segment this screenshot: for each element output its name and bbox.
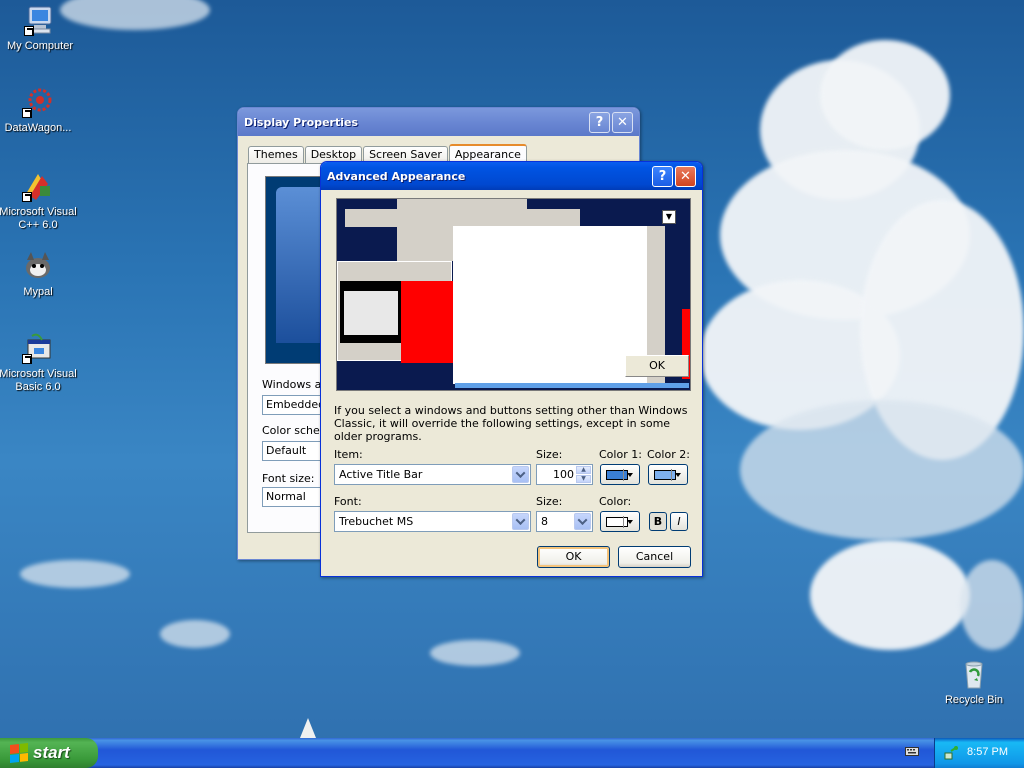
bold-toggle[interactable]: B: [649, 512, 667, 531]
advanced-appearance-dialog: Advanced Appearance ? ✕ ▼ OK If you sele…: [320, 161, 703, 577]
chevron-down-icon[interactable]: [512, 513, 529, 530]
dialog-title: Advanced Appearance: [327, 169, 466, 183]
size-value: 100: [553, 468, 574, 481]
window-title: Display Properties: [244, 115, 359, 129]
desktop-icon-mypal[interactable]: Mypal: [0, 250, 78, 299]
clock[interactable]: 8:57 PM: [967, 746, 1008, 758]
chevron-down-icon: [627, 473, 633, 477]
help-button[interactable]: ?: [652, 165, 673, 187]
desktop-icon-label: DataWagon...: [4, 122, 72, 134]
close-button[interactable]: ✕: [675, 165, 696, 187]
mypal-icon: [22, 250, 54, 282]
desktop-icon-my-computer[interactable]: My Computer: [0, 4, 80, 53]
font-label: Font:: [334, 495, 362, 508]
color1-picker[interactable]: [600, 464, 640, 485]
font-size-label: Size:: [536, 495, 563, 508]
visual-cpp-icon: [22, 170, 54, 202]
desktop-icon-label: My Computer: [6, 40, 74, 52]
windows-logo-icon: [10, 743, 28, 763]
datawagon-icon: [22, 86, 54, 118]
spin-up-icon[interactable]: ▲: [576, 466, 591, 474]
display-properties-titlebar[interactable]: Display Properties ? ✕: [238, 108, 639, 136]
chevron-down-icon: [675, 473, 681, 477]
color-scheme-select[interactable]: Default: [262, 441, 322, 461]
chevron-down-icon[interactable]: [512, 466, 529, 483]
sail-decoration: [300, 718, 316, 738]
recycle-bin-icon: [958, 658, 990, 690]
font-size-label: Font size:: [262, 472, 315, 485]
font-color-swatch: [606, 517, 628, 527]
color1-swatch: [606, 470, 628, 480]
font-size-select[interactable]: Normal: [262, 487, 322, 507]
appearance-preview[interactable]: ▼ OK: [336, 198, 691, 391]
taskbar: start 8:57 PM: [0, 738, 1024, 768]
font-size-value: 8: [541, 515, 548, 528]
start-button[interactable]: start: [0, 738, 98, 768]
chevron-down-icon[interactable]: [574, 513, 591, 530]
desktop-icon-recycle-bin[interactable]: Recycle Bin: [934, 658, 1014, 707]
desktop-icon-label: Mypal: [23, 286, 53, 298]
font-color-picker[interactable]: [600, 511, 640, 532]
help-button[interactable]: ?: [589, 111, 610, 133]
item-label: Item:: [334, 448, 363, 461]
close-button[interactable]: ✕: [612, 111, 633, 133]
cancel-button[interactable]: Cancel: [618, 546, 691, 568]
size-label: Size:: [536, 448, 563, 461]
preview-scroll-arrow: ▼: [662, 210, 676, 224]
desktop-icon-visual-basic[interactable]: Microsoft Visual Basic 6.0: [0, 332, 78, 394]
preview-ok-button: OK: [625, 355, 689, 377]
network-icon[interactable]: [943, 745, 959, 761]
item-value: Active Title Bar: [339, 468, 423, 481]
font-select[interactable]: Trebuchet MS: [334, 511, 531, 532]
color1-label: Color 1:: [599, 448, 642, 461]
font-value: Trebuchet MS: [339, 515, 414, 528]
item-select[interactable]: Active Title Bar: [334, 464, 531, 485]
ok-button[interactable]: OK: [537, 546, 610, 568]
size-spinner[interactable]: ▲ ▼: [576, 466, 591, 483]
desktop-icon-visual-cpp[interactable]: Microsoft Visual C++ 6.0: [0, 170, 78, 232]
desktop-icon-label: Microsoft Visual Basic 6.0: [0, 368, 77, 393]
chevron-down-icon: [627, 520, 633, 524]
desktop-icon-label: Microsoft Visual C++ 6.0: [0, 206, 77, 231]
spin-down-icon[interactable]: ▼: [576, 475, 591, 483]
windows-buttons-select[interactable]: Embedded: [262, 395, 322, 415]
italic-toggle[interactable]: I: [670, 512, 688, 531]
color2-label: Color 2:: [647, 448, 690, 461]
my-computer-icon: [24, 4, 56, 36]
keyboard-icon[interactable]: [905, 745, 919, 757]
color2-picker[interactable]: [648, 464, 688, 485]
desktop-icon-datawagon[interactable]: DataWagon...: [0, 86, 78, 135]
desktop-icon-label: Recycle Bin: [944, 694, 1004, 706]
help-icon: ?: [595, 114, 604, 130]
info-text: If you select a windows and buttons sett…: [334, 404, 688, 443]
system-tray: 8:57 PM: [934, 738, 1024, 768]
dialog-body: ▼ OK If you select a windows and buttons…: [324, 190, 699, 573]
close-icon: ✕: [617, 114, 628, 130]
advanced-appearance-titlebar[interactable]: Advanced Appearance ? ✕: [321, 162, 702, 190]
color2-swatch: [654, 470, 676, 480]
help-icon: ?: [658, 168, 667, 184]
visual-basic-icon: [22, 332, 54, 364]
size-stepper[interactable]: 100 ▲ ▼: [536, 464, 593, 485]
font-color-label: Color:: [599, 495, 632, 508]
font-size-select[interactable]: 8: [536, 511, 593, 532]
close-icon: ✕: [680, 168, 691, 184]
tab-themes[interactable]: Themes: [248, 146, 304, 164]
start-label: start: [33, 743, 70, 762]
